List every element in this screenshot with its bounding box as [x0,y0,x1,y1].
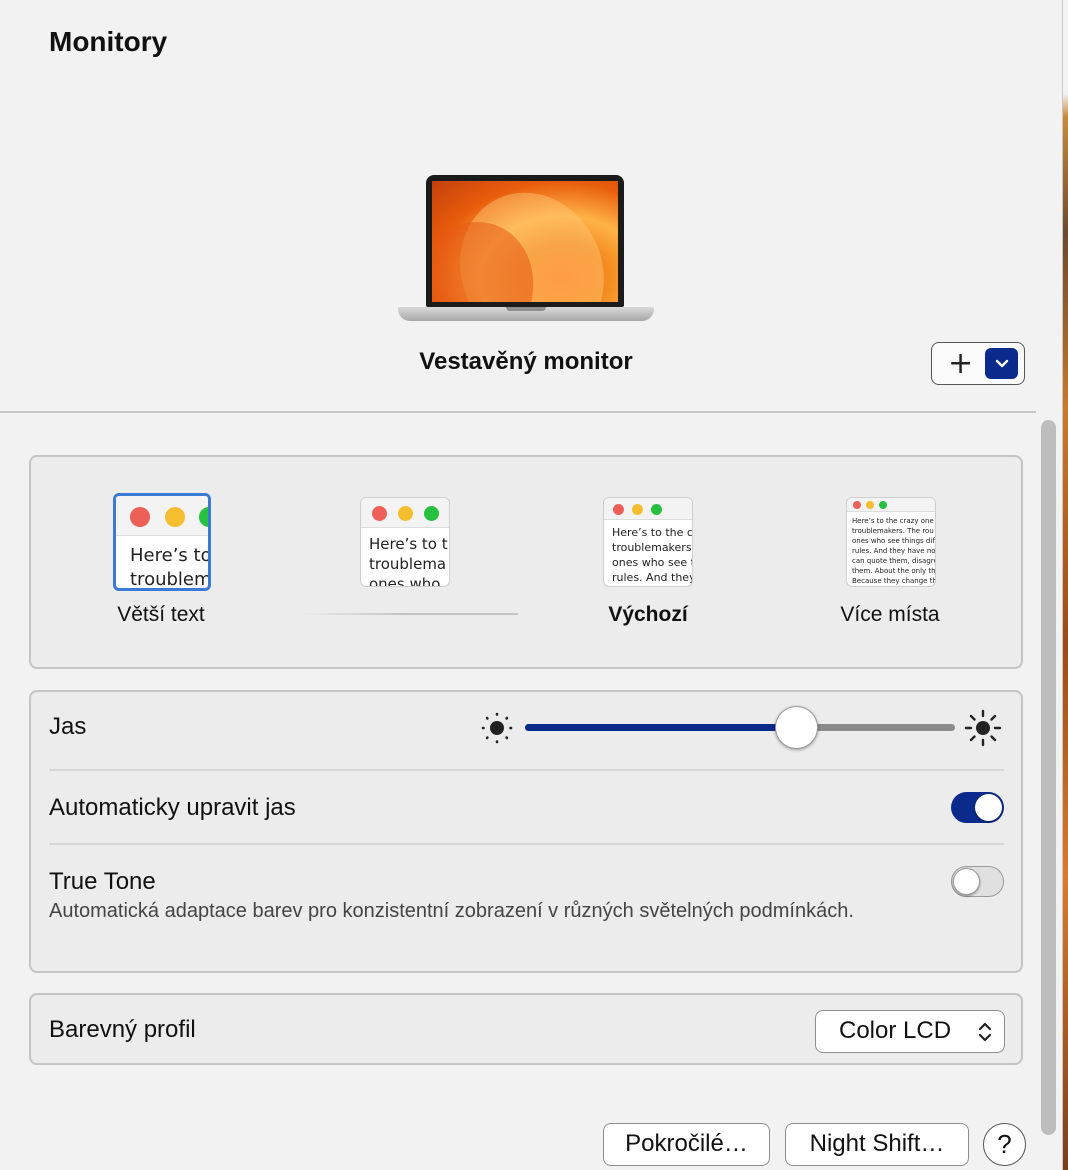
row-divider [49,843,1004,845]
auto-brightness-label: Automaticky upravit jas [49,794,296,821]
close-dot-icon [613,504,624,515]
add-display-control[interactable]: + [931,342,1025,385]
color-profile-label: Barevný profil [49,1016,196,1043]
brightness-slider-fill [525,724,796,731]
thumb-sample-text: Here’s to the cr troublemakers. ones who… [612,526,692,584]
plus-icon[interactable]: + [948,349,973,379]
auto-brightness-toggle[interactable] [951,792,1004,823]
color-profile-select[interactable]: Color LCD [815,1010,1005,1053]
thumb-sample-text: Here’s to troublem [130,545,208,590]
resolution-label-default: Výchozí [608,603,688,626]
up-down-arrows-icon [978,1022,992,1042]
zoom-dot-icon [199,507,208,527]
displays-window: Monitory Vestavěný monitor + Here’s to t… [0,0,1063,1170]
sun-large-icon [964,709,1002,747]
thumb-titlebar [847,498,935,512]
color-profile-value: Color LCD [839,1017,952,1044]
minimize-dot-icon [398,506,413,521]
sun-small-icon [481,712,513,744]
laptop-notch [506,307,546,311]
desktop-edge [1063,0,1068,1170]
display-settings-panel [29,690,1023,973]
zoom-dot-icon [879,501,887,509]
night-shift-button[interactable]: Night Shift… [785,1123,969,1166]
advanced-button[interactable]: Pokročilé… [603,1123,770,1166]
resolution-option-larger-text[interactable]: Here’s to troublem [113,493,211,591]
true-tone-label: True Tone [49,868,156,895]
row-divider [49,769,1004,771]
thumb-titlebar [116,496,208,536]
resolution-label-larger-text: Větší text [117,603,205,626]
thumb-titlebar [361,498,449,528]
minimize-dot-icon [165,507,185,527]
resolution-label-more-space: Více místa [840,603,940,626]
help-button[interactable]: ? [983,1123,1026,1166]
resolution-option-2[interactable]: Here’s to t troublema ones who [360,497,450,587]
add-display-menu-button[interactable] [985,348,1018,379]
header-divider [0,411,1036,413]
close-dot-icon [130,507,150,527]
minimize-dot-icon [866,501,874,509]
resolution-step-line [300,613,518,615]
brightness-label: Jas [49,713,87,740]
zoom-dot-icon [424,506,439,521]
display-name: Vestavěný monitor [419,348,633,375]
brightness-slider-track[interactable] [525,724,955,731]
thumb-titlebar [604,498,692,520]
zoom-dot-icon [651,504,662,515]
laptop-wallpaper [432,181,618,302]
chevron-down-icon [995,359,1009,368]
minimize-dot-icon [632,504,643,515]
brightness-slider-knob[interactable] [774,706,818,749]
thumb-sample-text: Here’s to the crazy one troublemakers. T… [852,517,935,585]
true-tone-description: Automatická adaptace barev pro konzisten… [49,900,854,922]
toggle-knob [975,794,1002,821]
laptop-illustration[interactable] [398,175,654,330]
true-tone-toggle[interactable] [951,866,1004,897]
resolution-option-more-space[interactable]: Here’s to the crazy one troublemakers. T… [846,497,936,587]
resolution-option-default[interactable]: Here’s to the cr troublemakers. ones who… [603,497,693,587]
page-title: Monitory [49,26,168,57]
close-dot-icon [372,506,387,521]
laptop-screen-bezel [426,175,624,307]
toggle-knob [953,868,980,895]
scrollbar[interactable] [1041,420,1056,1135]
thumb-sample-text: Here’s to t troublema ones who [369,535,448,587]
close-dot-icon [853,501,861,509]
